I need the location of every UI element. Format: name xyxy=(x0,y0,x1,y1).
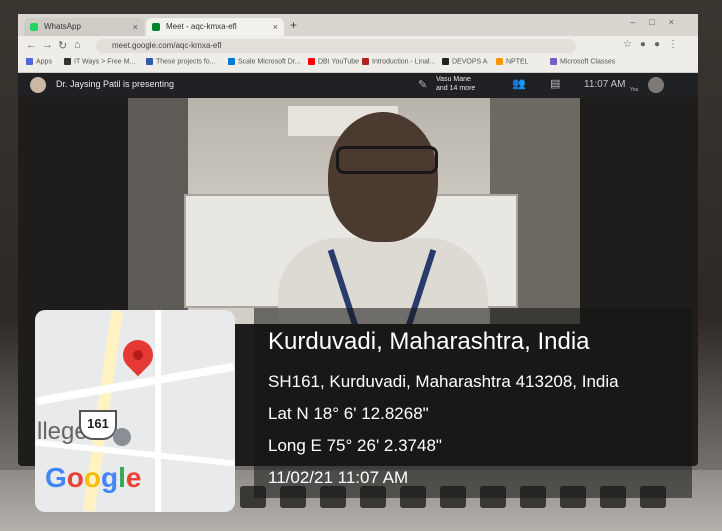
self-avatar[interactable] xyxy=(648,77,664,93)
bookmarks-bar: Apps IT Ways > Free M... These projects … xyxy=(18,56,698,73)
back-icon[interactable]: ← xyxy=(26,39,37,51)
url-field[interactable]: meet.google.com/aqc-kmxa-efl xyxy=(96,39,576,53)
bookmark-apps[interactable]: Apps xyxy=(26,58,52,65)
presenter-video xyxy=(128,98,580,324)
new-tab-icon[interactable]: + xyxy=(290,18,297,32)
bookmark-icon xyxy=(64,58,71,65)
window-controls[interactable]: –□× xyxy=(630,17,688,27)
tab-whatsapp[interactable]: WhatsApp × xyxy=(24,18,144,36)
bookmark[interactable]: DBI YouTube xyxy=(308,58,359,65)
close-icon[interactable]: × xyxy=(133,18,138,36)
timestamp: 11/02/21 11:07 AM xyxy=(268,468,409,487)
bookmark-icon xyxy=(146,58,153,65)
location-title: Kurduvadi, Maharashtra, India xyxy=(268,328,590,355)
bookmark-icon xyxy=(496,58,503,65)
meet-top-bar: Dr. Jaysing Patil is presenting ✎ Vasu M… xyxy=(18,73,698,97)
map-thumbnail: llege 161 Google xyxy=(35,310,235,512)
bookmark-icon xyxy=(362,58,369,65)
tab-meet[interactable]: Meet - aqc-kmxa-efl × xyxy=(146,18,284,36)
location-pin-icon xyxy=(116,333,160,377)
photo: WhatsApp × Meet - aqc-kmxa-efl × + –□× ←… xyxy=(0,0,722,531)
youtube-icon xyxy=(308,58,315,65)
presenter-head xyxy=(328,112,438,242)
address-line: SH161, Kurduvadi, Maharashtra 413208, In… xyxy=(268,372,619,391)
apps-icon xyxy=(26,58,33,65)
bookmark[interactable]: IT Ways > Free M... xyxy=(64,58,135,65)
bookmark[interactable]: NPTEL xyxy=(496,58,529,65)
close-icon[interactable]: × xyxy=(273,18,278,36)
glasses xyxy=(336,146,438,174)
google-logo: Google xyxy=(45,462,142,493)
avatar xyxy=(30,77,46,93)
meeting-time: 11:07 AM xyxy=(584,79,626,90)
chat-icon[interactable]: ▤ xyxy=(550,77,560,90)
meet-icon xyxy=(152,23,160,31)
bookmark-icon xyxy=(228,58,235,65)
tab-label: Meet - aqc-kmxa-efl xyxy=(166,22,237,31)
reload-icon[interactable]: ↻ xyxy=(58,39,67,52)
home-icon[interactable]: ⌂ xyxy=(74,39,81,51)
gps-stamp: Kurduvadi, Maharashtra, India SH161, Kur… xyxy=(254,308,692,498)
presenter-label: Dr. Jaysing Patil is presenting xyxy=(56,79,175,89)
bookmark-icon xyxy=(442,58,449,65)
longitude: Long E 75° 26' 2.3748" xyxy=(268,436,442,455)
extension-icons[interactable]: ☆●●⋮ xyxy=(623,39,686,50)
browser-tab-bar: WhatsApp × Meet - aqc-kmxa-efl × + –□× xyxy=(18,14,698,36)
bookmark[interactable]: Microsoft Classes xyxy=(550,58,615,65)
graduation-cap-icon xyxy=(113,428,131,446)
forward-icon[interactable]: → xyxy=(42,39,53,51)
address-bar-row: ← → ↻ ⌂ meet.google.com/aqc-kmxa-efl ☆●●… xyxy=(18,36,698,56)
bookmark-icon xyxy=(550,58,557,65)
route-shield: 161 xyxy=(79,410,117,440)
bookmark[interactable]: Introduction - Linal... xyxy=(362,58,435,65)
bookmark[interactable]: DEVOPS A xyxy=(442,58,487,65)
pinned-participants[interactable]: Vasu Mane and 14 more xyxy=(436,75,475,93)
tab-label: WhatsApp xyxy=(44,22,81,31)
whatsapp-icon xyxy=(30,23,38,31)
bookmark[interactable]: These projects fo... xyxy=(146,58,216,65)
people-icon[interactable]: 👥 xyxy=(512,77,526,90)
bookmark[interactable]: Scale Microsoft Dr... xyxy=(228,58,301,65)
self-label: You xyxy=(630,87,639,93)
latitude: Lat N 18° 6' 12.8268" xyxy=(268,404,429,423)
pin-icon[interactable]: ✎ xyxy=(418,78,427,91)
